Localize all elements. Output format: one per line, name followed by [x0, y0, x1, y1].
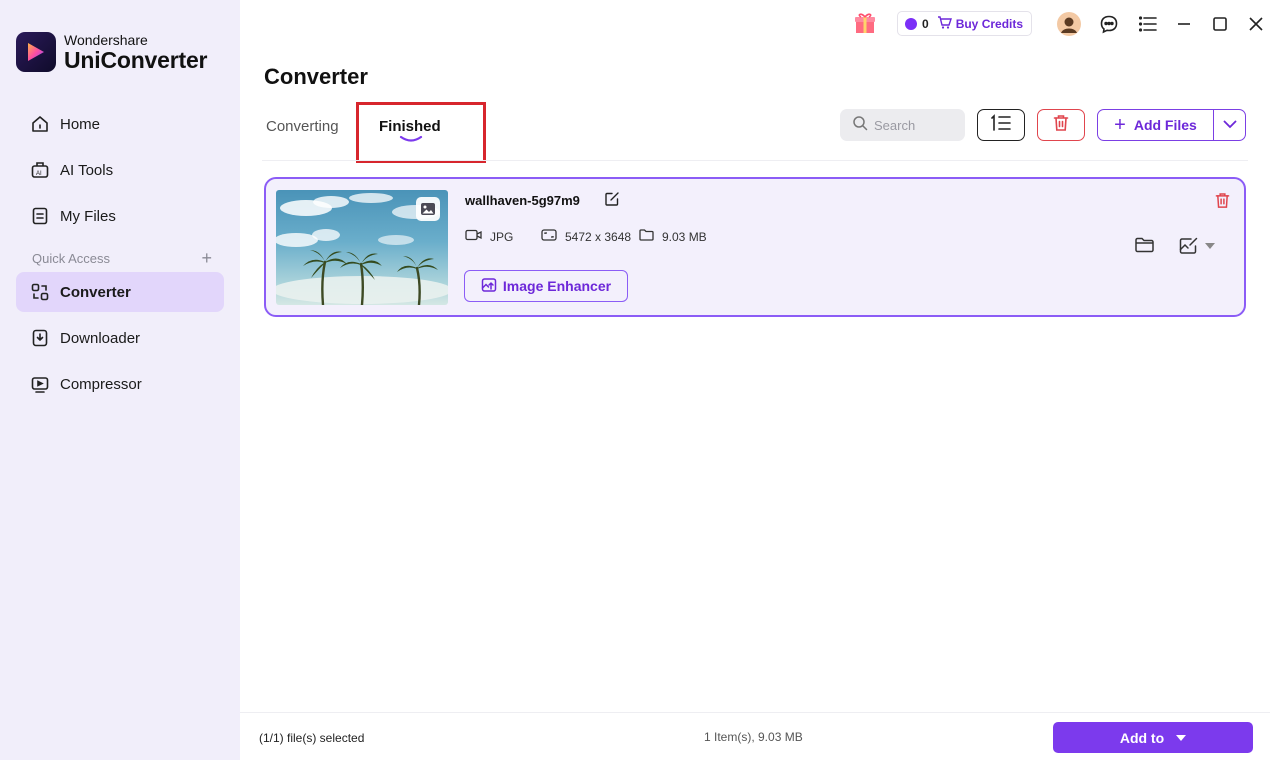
file-format: JPG — [465, 229, 513, 244]
file-list-item[interactable]: wallhaven-5g97m9 JPG 5472 x 3648 9.03 MB — [264, 177, 1246, 317]
minimize-icon[interactable] — [1172, 12, 1196, 36]
trash-icon — [1053, 114, 1069, 137]
sidebar-item-compressor[interactable]: Compressor — [16, 364, 224, 404]
brand-product: UniConverter — [64, 47, 208, 73]
quick-access-add-button[interactable]: + — [201, 249, 212, 267]
brand: Wondershare UniConverter — [16, 32, 207, 72]
sidebar-item-label: AI Tools — [60, 161, 114, 179]
delete-all-button[interactable] — [1037, 109, 1085, 141]
chevron-down-icon — [1223, 116, 1237, 134]
titlebar: 0 Buy Credits — [840, 0, 1270, 48]
sidebar-item-downloader[interactable]: Downloader — [16, 318, 224, 358]
sort-button[interactable] — [977, 109, 1025, 141]
add-files-button[interactable]: + Add Files — [1098, 110, 1213, 140]
search-icon — [852, 115, 868, 136]
credits-count: 0 — [922, 16, 929, 31]
footer: (1/1) file(s) selected 1 Item(s), 9.03 M… — [240, 712, 1270, 760]
edit-image-icon — [1179, 237, 1198, 254]
quick-access-label: Quick Access — [32, 250, 111, 266]
search-input[interactable] — [874, 117, 954, 133]
trash-icon[interactable] — [1215, 192, 1230, 214]
downloader-icon — [30, 328, 50, 348]
add-files-dropdown-button[interactable] — [1213, 110, 1245, 140]
menu-icon[interactable] — [1136, 12, 1160, 36]
resolution-icon — [541, 229, 565, 244]
file-resolution-label: 5472 x 3648 — [565, 229, 632, 244]
page-title: Converter — [264, 64, 368, 89]
cart-icon — [937, 15, 952, 32]
sidebar: Wondershare UniConverter Home AI AI Tool… — [0, 0, 240, 760]
file-thumbnail[interactable] — [276, 190, 448, 305]
converter-icon — [30, 282, 50, 302]
tabs-divider — [262, 160, 1248, 161]
ai-tools-icon: AI — [30, 160, 50, 180]
file-size: 9.03 MB — [639, 229, 707, 244]
highlight-annotation — [356, 102, 486, 163]
caret-down-icon — [1176, 734, 1187, 741]
folder-icon — [639, 229, 662, 244]
add-files-label: Add Files — [1133, 117, 1197, 133]
sidebar-item-home[interactable]: Home — [16, 104, 224, 144]
selection-status: (1/1) file(s) selected — [259, 731, 365, 745]
caret-down-icon — [1205, 243, 1215, 249]
file-resolution: 5472 x 3648 — [541, 229, 631, 244]
items-summary: 1 Item(s), 9.03 MB — [704, 730, 803, 744]
main-panel: 0 Buy Credits Converter Converting Finis… — [240, 0, 1270, 760]
avatar[interactable] — [1057, 12, 1081, 36]
sidebar-item-my-files[interactable]: My Files — [16, 196, 224, 236]
buy-credits-button[interactable]: Buy Credits — [956, 17, 1023, 31]
close-icon[interactable] — [1244, 12, 1268, 36]
brand-company: Wondershare — [64, 32, 148, 48]
maximize-icon[interactable] — [1208, 12, 1232, 36]
image-enhancer-button[interactable]: Image Enhancer — [464, 270, 628, 302]
sidebar-item-label: Home — [60, 115, 101, 133]
add-files-split-button: + Add Files — [1097, 109, 1246, 141]
sort-list-icon — [990, 113, 1012, 137]
sidebar-item-label: Compressor — [60, 375, 142, 393]
svg-text:AI: AI — [36, 171, 42, 177]
app-logo — [16, 32, 56, 72]
image-type-icon — [416, 197, 440, 221]
credits-coin-icon — [905, 17, 917, 30]
feedback-icon[interactable] — [1097, 12, 1121, 36]
home-icon — [30, 114, 50, 134]
file-size-label: 9.03 MB — [662, 229, 707, 244]
file-format-label: JPG — [490, 229, 514, 244]
rename-icon[interactable] — [604, 191, 620, 212]
open-folder-icon[interactable] — [1135, 237, 1154, 258]
credits-widget[interactable]: 0 Buy Credits — [897, 11, 1032, 36]
image-enhance-icon — [481, 277, 503, 296]
add-to-button[interactable]: Add to — [1053, 722, 1253, 753]
my-files-icon — [30, 206, 50, 226]
sidebar-item-label: My Files — [60, 207, 116, 225]
edit-image-dropdown[interactable] — [1179, 237, 1215, 255]
add-to-label: Add to — [1119, 729, 1165, 746]
quick-access-header: Quick Access + — [32, 249, 212, 267]
compressor-icon — [30, 374, 50, 394]
image-enhancer-label: Image Enhancer — [502, 278, 612, 294]
plus-icon: + — [1114, 114, 1126, 136]
sidebar-item-converter[interactable]: Converter — [16, 272, 224, 312]
sidebar-item-ai-tools[interactable]: AI AI Tools — [16, 150, 224, 190]
sidebar-item-label: Converter — [60, 283, 131, 301]
video-camera-icon — [465, 229, 490, 244]
search-box[interactable] — [840, 109, 965, 141]
file-name: wallhaven-5g97m9 — [465, 193, 580, 208]
gift-icon[interactable] — [852, 10, 878, 41]
sidebar-item-label: Downloader — [60, 329, 141, 347]
tab-converting[interactable]: Converting — [266, 118, 339, 135]
